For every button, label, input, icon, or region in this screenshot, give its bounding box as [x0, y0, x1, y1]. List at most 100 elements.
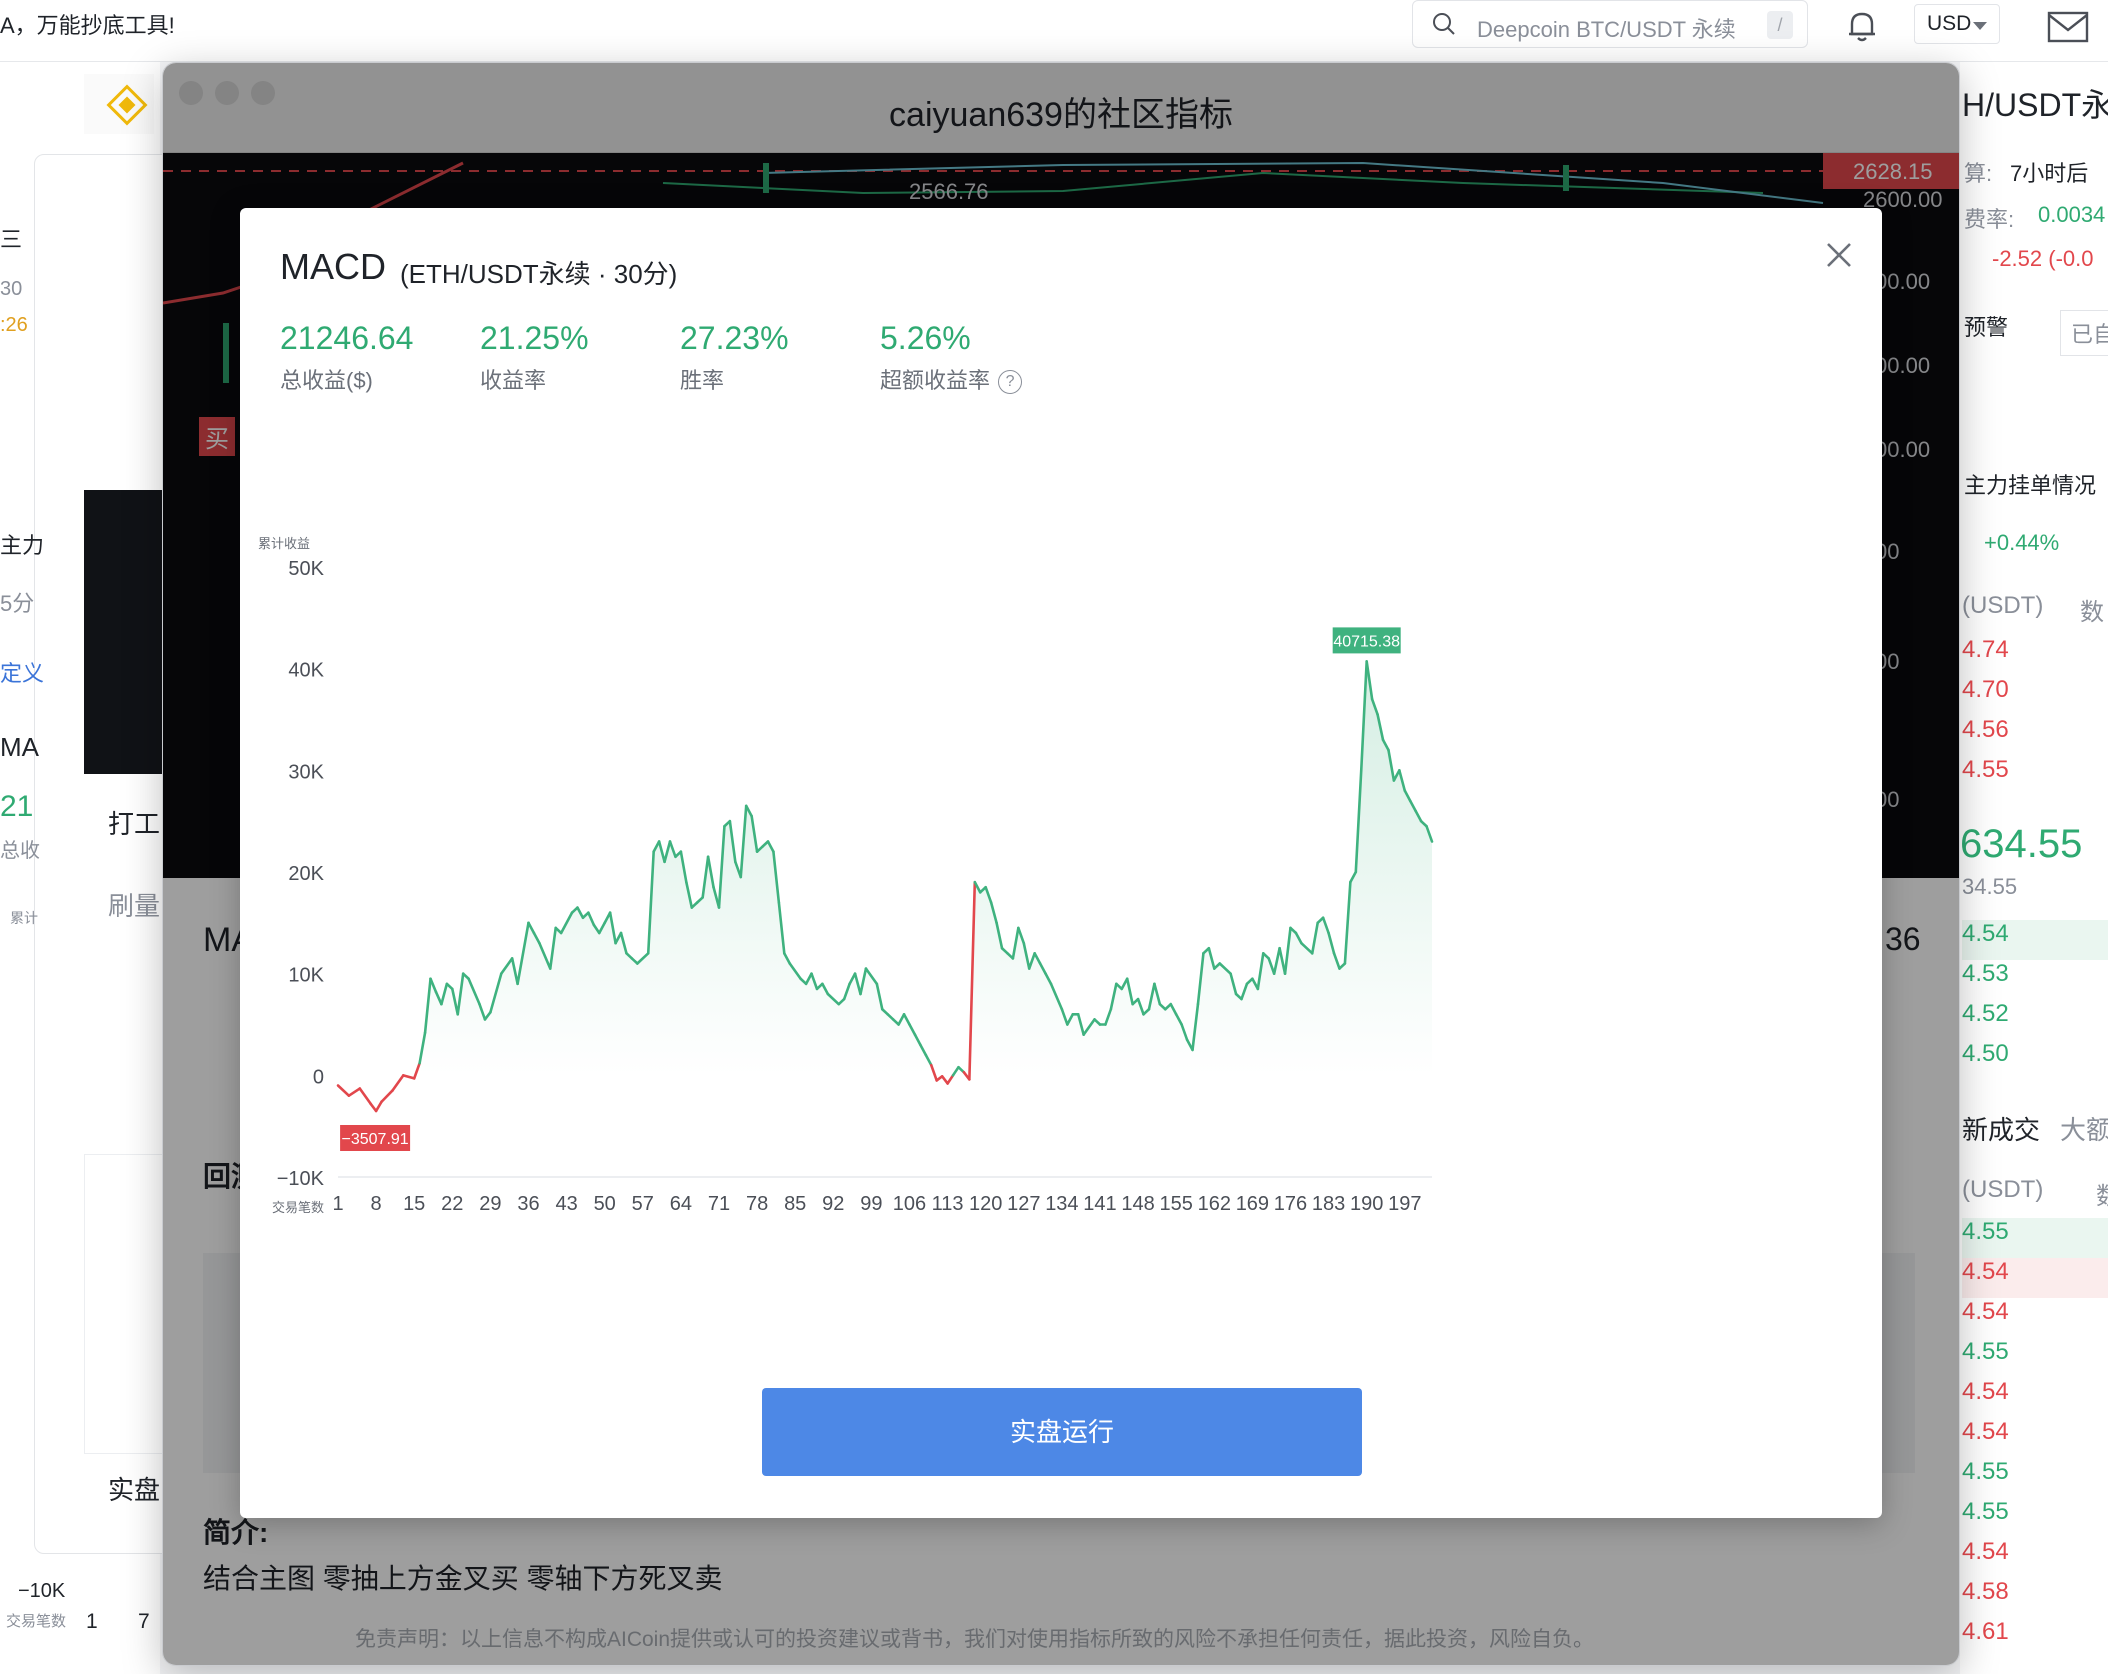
- left-text: :26: [0, 314, 28, 336]
- left-text: 定义: [0, 661, 45, 686]
- search-input[interactable]: Deepcoin BTC/USDT 永续 /: [1412, 0, 1808, 48]
- x-axis-title: 交易笔数: [272, 1200, 324, 1215]
- stat-return-rate: 21.25% 收益率: [480, 320, 589, 395]
- search-icon: [1433, 13, 1455, 35]
- left-text: 累计: [10, 910, 38, 926]
- y-tick-label: 40K: [288, 660, 324, 682]
- x-tick-label: 197: [1388, 1193, 1421, 1215]
- x-tick-label: 92: [822, 1193, 844, 1215]
- x-tick-label: 15: [403, 1193, 425, 1215]
- bid-list: 4.54 4.53 4.52 4.50: [1962, 920, 2108, 1080]
- search-placeholder: Deepcoin BTC/USDT 永续: [1477, 17, 1736, 42]
- x-tick-label: 57: [632, 1193, 654, 1215]
- orderbook-col-price: (USDT): [1962, 592, 2044, 619]
- trade-price: 4.61: [1962, 1618, 2009, 1645]
- stat-win-rate: 27.23% 胜率: [680, 320, 789, 395]
- left-text: 30: [0, 278, 23, 300]
- tab-large-trades[interactable]: 大额: [2060, 1110, 2108, 1147]
- left-text: 5分: [0, 591, 35, 616]
- x-tick-label: 169: [1236, 1193, 1269, 1215]
- x-tick-label: 50: [594, 1193, 616, 1215]
- bid-price[interactable]: 4.53: [1962, 960, 2108, 1000]
- y-tick-label: 20K: [288, 863, 324, 885]
- x-tick-label: 43: [555, 1193, 577, 1215]
- trade-price: 4.55: [1962, 1498, 2009, 1525]
- left-card-title: 打工: [108, 809, 161, 839]
- settle-value: 7小时后: [2010, 161, 2089, 186]
- left-text: 主力: [0, 533, 45, 558]
- fee-value: 0.0034: [2038, 202, 2106, 227]
- y-tick-label: 30K: [288, 761, 324, 783]
- stat-value: 5.26%: [880, 320, 971, 356]
- ask-price[interactable]: 4.74: [1962, 636, 2108, 676]
- x-tick-label: 71: [708, 1193, 730, 1215]
- currency-select[interactable]: USD: [1914, 4, 2000, 44]
- pair-title: H/USDT永续: [1962, 87, 2108, 123]
- last-price: 634.55: [1960, 822, 2083, 866]
- live-run-button[interactable]: 实盘运行: [762, 1388, 1362, 1476]
- x-tick-label: 22: [441, 1193, 463, 1215]
- chevron-down-icon: [1973, 22, 1987, 30]
- ask-list: 4.74 4.70 4.56 4.55: [1962, 636, 2108, 796]
- x-tick-label: 127: [1007, 1193, 1040, 1215]
- left-card-thumbnail: [84, 1154, 164, 1454]
- x-tick-label: 36: [517, 1193, 539, 1215]
- bell-icon[interactable]: [1842, 6, 1882, 46]
- trade-price: 4.58: [1962, 1578, 2009, 1605]
- x-tick-label: 155: [1160, 1193, 1193, 1215]
- x-tick-label: 134: [1045, 1193, 1078, 1215]
- change-value: -2.52 (-0.0: [1992, 246, 2094, 271]
- bid-price[interactable]: 4.54: [1962, 920, 2108, 960]
- help-icon[interactable]: ?: [998, 370, 1023, 395]
- orderbook-col-amount: 数: [2080, 599, 2104, 626]
- watchlist-button[interactable]: 已自选: [2060, 310, 2108, 356]
- last-price-sub: 34.55: [1962, 874, 2018, 899]
- x-tick-label: 8: [371, 1193, 382, 1215]
- trade-price: 4.54: [1962, 1258, 2108, 1298]
- left-text: 21: [0, 790, 34, 823]
- x-tick-label: 85: [784, 1193, 806, 1215]
- stat-value: 27.23%: [680, 320, 789, 356]
- stat-label-row: 超额收益率?: [880, 363, 1023, 395]
- left-axis-label: 交易笔数: [6, 1613, 67, 1630]
- x-tick-label: 120: [969, 1193, 1002, 1215]
- left-card-tag: 刷量: [108, 891, 161, 921]
- stat-label: 超额收益率: [880, 368, 991, 393]
- bid-price[interactable]: 4.50: [1962, 1040, 2108, 1080]
- stat-value: 21.25%: [480, 320, 589, 356]
- trade-price: 4.55: [1962, 1458, 2009, 1485]
- y-tick-label: 50K: [288, 558, 324, 580]
- x-tick-label: 106: [893, 1193, 926, 1215]
- ask-price[interactable]: 4.55: [1962, 756, 2108, 796]
- left-text: MA: [0, 732, 39, 762]
- profit-line-segment: [391, 1074, 405, 1092]
- ask-price[interactable]: 4.56: [1962, 716, 2108, 756]
- profit-line-segment: [380, 1089, 394, 1104]
- ask-price[interactable]: 4.70: [1962, 676, 2108, 716]
- left-text: 总收: [0, 840, 40, 862]
- tab-latest-trades[interactable]: 新成交: [1962, 1110, 2040, 1147]
- alert-button[interactable]: 预警: [1964, 310, 2008, 342]
- x-tick-label: 78: [746, 1193, 768, 1215]
- stat-excess-return: 5.26% 超额收益率?: [880, 320, 1023, 395]
- x-tick-label: 183: [1312, 1193, 1345, 1215]
- x-tick-label: 99: [860, 1193, 882, 1215]
- trade-price: 4.54: [1962, 1418, 2009, 1445]
- max-value-label: 40715.38: [1333, 633, 1400, 650]
- trade-price: 4.54: [1962, 1298, 2009, 1325]
- bid-price[interactable]: 4.52: [1962, 1000, 2108, 1040]
- left-background-text: 三 30 :26 主力 5分 定义 MA 21 总收 累计 打工 刷量 实盘 −…: [0, 0, 164, 1674]
- left-axis-label: −10K: [18, 1580, 66, 1602]
- trades-col-amount: 数: [2096, 1176, 2108, 1211]
- trade-price: 4.54: [1962, 1378, 2009, 1405]
- profit-line-segment: [347, 1087, 362, 1097]
- orderbook-change: +0.44%: [1984, 530, 2060, 555]
- min-value-label: −3507.91: [342, 1131, 409, 1148]
- orderbook-title: 主力挂单情况: [1964, 473, 2097, 498]
- mail-icon[interactable]: [2046, 6, 2090, 46]
- close-icon[interactable]: [1822, 238, 1856, 272]
- left-card-button: 实盘: [108, 1475, 161, 1505]
- y-tick-label: −10K: [277, 1168, 325, 1190]
- cumulative-profit-chart: 累计收益 50K 40K 30K 20K 10K 0 −10K 交易笔数 1 8 15 22 29 36 43…: [258, 536, 1434, 1215]
- x-tick-label: 64: [670, 1193, 692, 1215]
